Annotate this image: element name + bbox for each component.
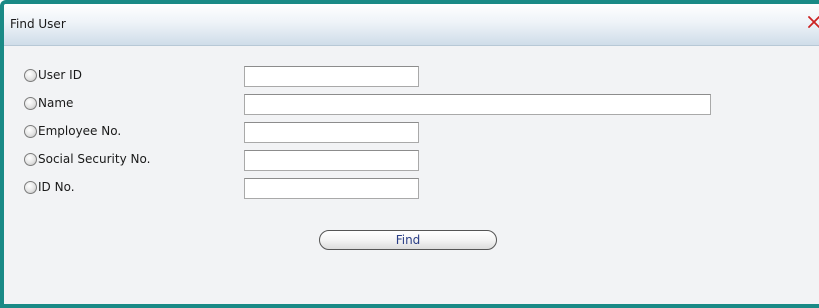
user-id-label: User ID bbox=[38, 68, 82, 82]
user-id-option[interactable]: User ID bbox=[24, 66, 82, 84]
employee-no-option[interactable]: Employee No. bbox=[24, 122, 121, 140]
id-no-label: ID No. bbox=[38, 180, 75, 194]
id-no-option[interactable]: ID No. bbox=[24, 178, 75, 196]
employee-no-input[interactable] bbox=[244, 122, 419, 143]
name-label: Name bbox=[38, 96, 74, 110]
social-security-no-label: Social Security No. bbox=[38, 152, 151, 166]
close-icon[interactable] bbox=[806, 13, 819, 31]
employee-no-radio[interactable] bbox=[24, 124, 37, 138]
id-no-radio[interactable] bbox=[24, 180, 37, 194]
name-input[interactable] bbox=[244, 94, 711, 115]
user-id-input[interactable] bbox=[244, 66, 419, 87]
social-security-no-radio[interactable] bbox=[24, 152, 37, 166]
user-id-radio[interactable] bbox=[24, 68, 37, 82]
name-option[interactable]: Name bbox=[24, 94, 73, 112]
social-security-no-option[interactable]: Social Security No. bbox=[24, 150, 150, 168]
social-security-no-input[interactable] bbox=[244, 150, 419, 171]
dialog-titlebar: Find User bbox=[4, 4, 819, 46]
dialog-title: Find User bbox=[10, 17, 66, 31]
find-button[interactable]: Find bbox=[319, 230, 497, 250]
id-no-input[interactable] bbox=[244, 178, 419, 199]
employee-no-label: Employee No. bbox=[38, 124, 122, 138]
find-user-dialog: Find User User ID Name Employee No. Soci… bbox=[0, 0, 819, 308]
name-radio[interactable] bbox=[24, 96, 37, 110]
